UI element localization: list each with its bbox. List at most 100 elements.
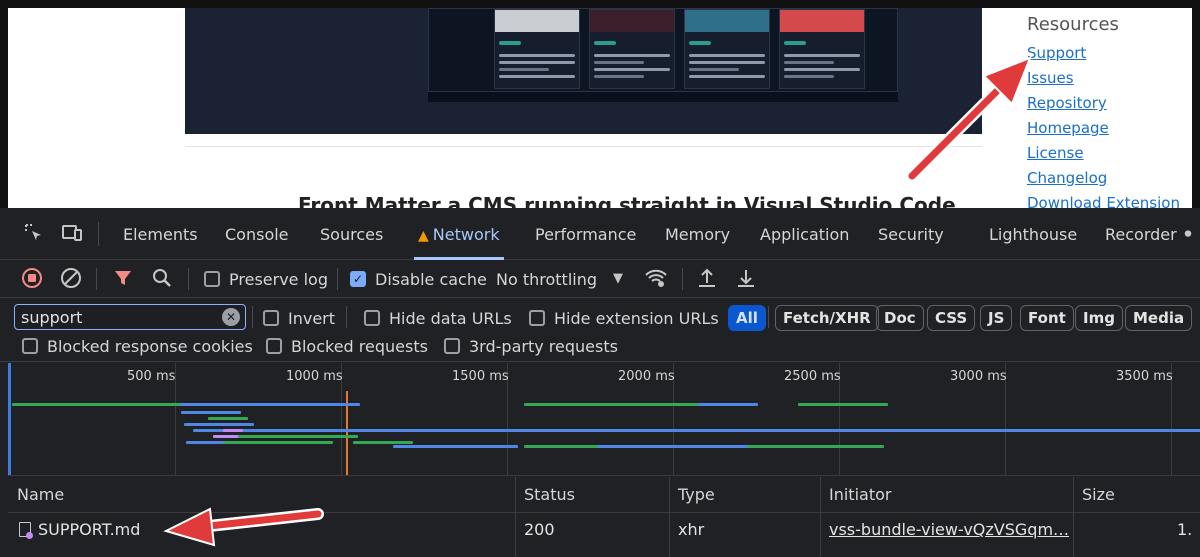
hide-extension-urls-checkbox[interactable] [529,310,545,326]
stop-recording-icon[interactable] [20,267,44,291]
column-header-size[interactable]: Size [1073,477,1115,513]
toolbar-separator [337,268,338,290]
timeline-tick-label: 1500 ms [452,369,509,384]
export-har-icon[interactable] [734,267,758,291]
tab-network[interactable]: ▲ Network [414,208,504,260]
tab-memory[interactable]: Memory [665,208,730,260]
third-party-checkbox[interactable] [444,338,460,354]
page-heading: Front Matter a CMS running straight in V… [298,193,956,208]
tab-network-label: Network [432,225,500,244]
inspect-element-icon[interactable] [22,222,46,246]
resource-link-license[interactable]: License [1027,141,1180,166]
resource-link-support[interactable]: Support [1027,41,1180,66]
timeline-bar [308,429,1200,432]
tab-console[interactable]: Console [225,208,289,260]
preview-card [684,9,770,89]
filter-type-img[interactable]: Img [1075,305,1123,331]
throttling-select[interactable]: No throttling [496,270,597,289]
toolbar-separator [252,306,253,328]
search-icon[interactable] [150,267,174,291]
resource-link-repository[interactable]: Repository [1027,91,1180,116]
tab-elements[interactable]: Elements [123,208,198,260]
timeline-tick-label: 1000 ms [286,369,343,384]
timeline-tick-label: 500 ms [127,369,176,384]
resources-title: Resources [1027,14,1119,35]
blocked-cookies-label: Blocked response cookies [47,337,253,356]
filter-type-css[interactable]: CSS [927,305,976,331]
timeline-tick-label: 3000 ms [950,369,1007,384]
hide-data-urls-checkbox[interactable] [364,310,380,326]
table-row[interactable]: SUPPORT.md 200 xhr vss-bundle-view-vQzVS… [8,513,1200,549]
devtools-panel: Elements Console Sources ▲ Network Perfor… [0,208,1200,557]
hero-status-bar [428,92,898,102]
filter-input[interactable] [21,307,211,327]
tab-lighthouse[interactable]: Lighthouse [989,208,1077,260]
toolbar-separator [188,268,189,290]
tab-sources[interactable]: Sources [320,208,383,260]
filter-type-all[interactable]: All [728,305,766,331]
content-divider [185,146,982,147]
hide-data-urls-label: Hide data URLs [389,309,512,328]
clear-log-icon[interactable] [59,267,83,291]
tab-security[interactable]: Security [878,208,944,260]
blocked-requests-checkbox[interactable] [266,338,282,354]
timeline-bar [698,403,758,406]
column-header-name[interactable]: Name [8,477,64,513]
third-party-label: 3rd-party requests [469,337,618,356]
hero-vscode-preview [428,8,898,92]
timeline-bar [238,435,358,438]
request-name: SUPPORT.md [38,520,141,539]
request-initiator-link[interactable]: vss-bundle-view-vQzVSGqm… [820,513,1075,549]
preserve-log-checkbox[interactable] [204,271,220,287]
filter-type-font[interactable]: Font [1020,305,1074,331]
resource-link-changelog[interactable]: Changelog [1027,166,1180,191]
toolbar-separator [346,306,347,328]
preview-card [494,9,580,89]
filter-type-doc[interactable]: Doc [876,305,924,331]
filter-type-fetch-xhr[interactable]: Fetch/XHR [775,305,879,331]
timeline-bar [180,403,360,406]
request-name-cell[interactable]: SUPPORT.md [10,513,510,549]
resource-link-issues[interactable]: Issues [1027,66,1180,91]
warning-icon: ▲ [418,228,429,244]
filter-type-js[interactable]: JS [980,305,1013,331]
tab-application[interactable]: Application [760,208,849,260]
clear-filter-icon[interactable]: ✕ [222,308,240,326]
toolbar-separator [682,268,683,290]
frame-border [0,0,8,210]
tab-performance[interactable]: Performance [535,208,636,260]
filter-type-media[interactable]: Media [1125,305,1193,331]
timeline-bar [353,441,413,444]
screenshot-root: Front Matter a CMS running straight in V… [0,0,1200,557]
request-status-cell: 200 [524,520,555,539]
chevron-down-icon[interactable]: ▼ [606,267,630,291]
network-options-bar: Blocked response cookies Blocked request… [0,330,1200,362]
invert-label: Invert [288,309,336,328]
disable-cache-checkbox[interactable]: ✓ [350,271,366,287]
column-header-status[interactable]: Status [515,477,575,513]
column-header-type[interactable]: Type [669,477,715,513]
preserve-log-label: Preserve log [229,270,328,289]
filter-field[interactable]: ✕ [14,304,246,330]
resource-link-download[interactable]: Download Extension [1027,191,1180,208]
network-conditions-icon[interactable] [644,267,668,291]
resources-sidebar: Resources Support Issues Repository Home… [1027,14,1180,208]
tab-recorder[interactable]: Recorder [1105,208,1177,260]
import-har-icon[interactable] [695,267,719,291]
column-header-initiator[interactable]: Initiator [820,477,891,513]
document-icon [19,522,33,539]
filter-icon[interactable] [111,267,135,291]
recorder-icon[interactable]: ⏺ [1176,222,1200,246]
resource-link-homepage[interactable]: Homepage [1027,116,1180,141]
request-size-cell: 1. [1177,520,1193,539]
network-timeline-overview[interactable]: 500 ms 1000 ms 1500 ms 2000 ms 2500 ms 3… [8,363,1200,476]
timeline-bar [223,429,243,432]
timeline-tick-label: 2500 ms [784,369,841,384]
blocked-cookies-checkbox[interactable] [22,338,38,354]
timeline-bar [598,445,748,448]
toolbar-separator [96,268,97,290]
hero-screenshot-image [185,8,982,134]
blocked-requests-label: Blocked requests [291,337,428,356]
device-toolbar-icon[interactable] [60,222,84,246]
invert-checkbox[interactable] [263,310,279,326]
